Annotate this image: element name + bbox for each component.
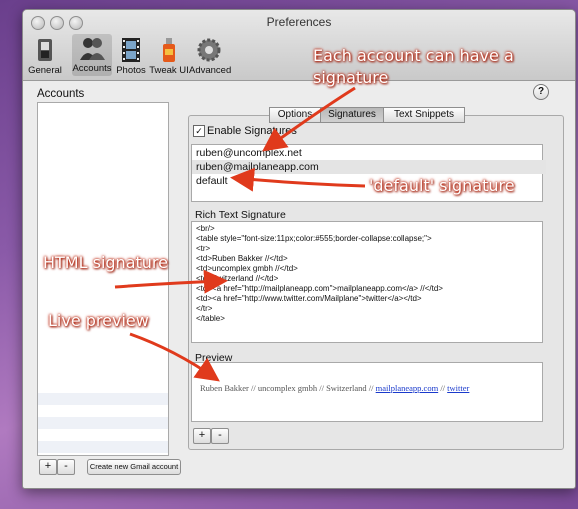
annotation-live: Live preview [48, 311, 149, 330]
annotation-html: HTML signature [43, 253, 168, 272]
annotation-default: 'default' signature [369, 176, 515, 195]
annotation-account-line1: Each account can have a [313, 46, 514, 65]
annotation-account-line2: signature [313, 68, 389, 87]
arrow-to-default [230, 167, 366, 192]
arrow-to-preview [129, 332, 220, 382]
arrow-to-signature-list [262, 86, 356, 152]
arrow-to-html [114, 269, 228, 294]
